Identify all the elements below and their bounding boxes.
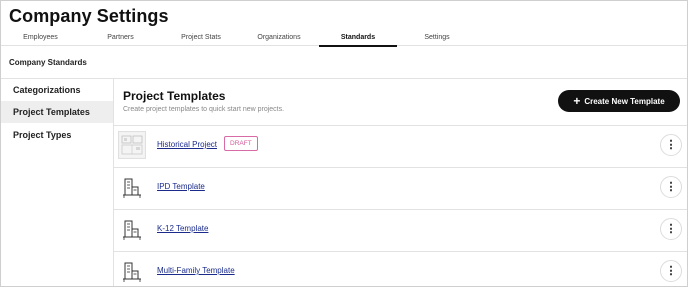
more-vertical-icon[interactable]: ⋮ xyxy=(660,218,682,240)
main-content: Project Templates Create project templat… xyxy=(114,79,687,286)
template-row: Multi-Family Template ⋮ xyxy=(114,251,687,286)
more-vertical-icon[interactable]: ⋮ xyxy=(660,134,682,156)
template-row: K-12 Template ⋮ xyxy=(114,209,687,251)
status-badge: DRAFT xyxy=(224,136,258,151)
sidebar: Categorizations Project Templates Projec… xyxy=(1,79,114,286)
plus-icon: + xyxy=(573,94,581,108)
more-vertical-icon[interactable]: ⋮ xyxy=(660,260,682,282)
section-title: Company Standards xyxy=(9,58,87,67)
template-list: Historical Project DRAFT ⋮ IPD Template … xyxy=(114,125,687,286)
more-vertical-icon[interactable]: ⋮ xyxy=(660,176,682,198)
template-link[interactable]: Historical Project xyxy=(157,140,217,149)
content-title: Project Templates xyxy=(123,89,226,103)
sidebar-item-project-templates[interactable]: Project Templates xyxy=(1,101,113,123)
floorplan-thumbnail xyxy=(118,131,146,159)
page-title: Company Settings xyxy=(9,6,169,26)
tab-standards[interactable]: Standards xyxy=(319,32,397,47)
tab-employees[interactable]: Employees xyxy=(3,32,78,46)
template-link[interactable]: Multi-Family Template xyxy=(157,266,235,275)
create-new-template-button[interactable]: + Create New Template xyxy=(558,90,680,112)
content-subtitle: Create project templates to quick start … xyxy=(123,106,285,113)
app-window: Company Settings Employees Partners Proj… xyxy=(0,0,688,287)
sidebar-item-categorizations[interactable]: Categorizations xyxy=(1,79,113,101)
tab-organizations[interactable]: Organizations xyxy=(239,32,319,46)
create-button-label: Create New Template xyxy=(584,96,665,106)
template-row: Historical Project DRAFT ⋮ xyxy=(114,125,687,167)
tab-partners[interactable]: Partners xyxy=(83,32,158,46)
tab-bar: Employees Partners Project Stats Organiz… xyxy=(1,32,687,47)
template-link[interactable]: IPD Template xyxy=(157,182,205,191)
tab-project-stats[interactable]: Project Stats xyxy=(161,32,241,46)
template-row: IPD Template ⋮ xyxy=(114,167,687,209)
tab-settings[interactable]: Settings xyxy=(397,32,477,46)
template-link[interactable]: K-12 Template xyxy=(157,224,208,233)
building-icon xyxy=(118,173,148,201)
building-icon xyxy=(118,215,148,243)
sidebar-item-project-types[interactable]: Project Types xyxy=(1,124,113,146)
building-icon xyxy=(118,257,148,285)
